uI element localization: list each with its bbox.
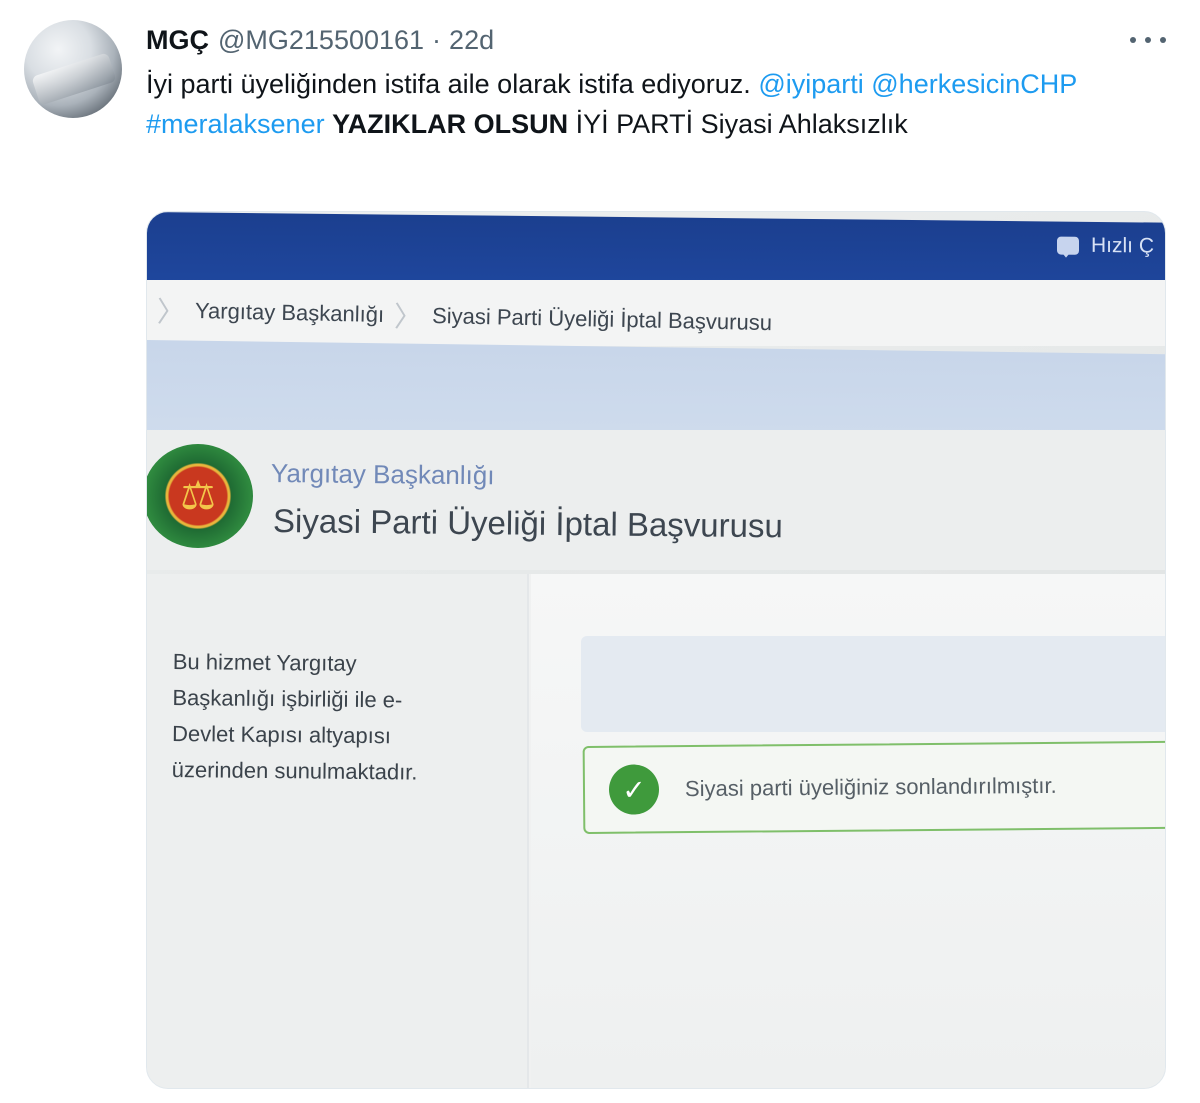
organization-title: Yargıtay Başkanlığı [270,458,495,491]
service-header [147,430,1165,570]
hashtag-meralaksener[interactable]: #meralaksener [146,109,325,139]
more-options-icon[interactable] [1130,28,1166,52]
more-dot [1145,37,1151,43]
tweet-timestamp[interactable]: 22d [449,25,494,56]
mention-iyiparti[interactable]: @iyiparti [758,69,863,99]
mention-herkesicinchp[interactable]: @herkesicinCHP [871,69,1076,99]
quick-access-label: Hızlı Ç [1091,233,1154,258]
attached-photo[interactable]: Hızlı Ç 〉 Yargıtay Başkanlığı 〉 Siyasi P… [146,211,1166,1089]
breadcrumb-item: Yargıtay Başkanlığı [194,298,385,327]
tweet-text-outro: İYİ PARTİ Siyasi Ahlaksızlık [568,109,908,139]
tweet-bold-text: YAZIKLAR OLSUN [332,109,569,139]
author-name[interactable]: MGÇ [146,25,209,56]
author-handle[interactable]: @MG215500161 [218,25,424,56]
quick-access: Hızlı Ç [1057,234,1154,259]
breadcrumb-separator: 〉 [393,301,423,333]
tweet-text-intro: İyi parti üyeliğinden istifa aile olarak… [146,69,759,99]
success-alert: ✓ Siyasi parti üyeliğiniz sonlandırılmış… [582,740,1165,834]
header-separator: · [432,24,442,55]
scales-icon: ⚖ [180,474,216,518]
author-avatar[interactable] [24,20,122,118]
breadcrumb-separator: 〉 [156,296,186,328]
service-title: Siyasi Parti Üyeliği İptal Başvurusu [272,502,784,545]
more-dot [1160,37,1166,43]
yargitay-seal-icon: ⚖ [147,444,253,548]
more-dot [1130,37,1136,43]
chat-bubble-icon [1057,236,1079,255]
breadcrumb-item: Siyasi Parti Üyeliği İptal Başvurusu [431,302,773,336]
check-circle-icon: ✓ [608,764,660,815]
blurred-panel [581,636,1165,732]
success-message: Siyasi parti üyeliğiniz sonlandırılmıştı… [684,772,1057,802]
tweet-header: MGÇ @MG215500161 · 22d [146,22,494,58]
service-info-text: Bu hizmet Yargıtay Başkanlığı işbirliği … [171,648,418,785]
tweet-text: İyi parti üyeliğinden istifa aile olarak… [146,64,1106,144]
